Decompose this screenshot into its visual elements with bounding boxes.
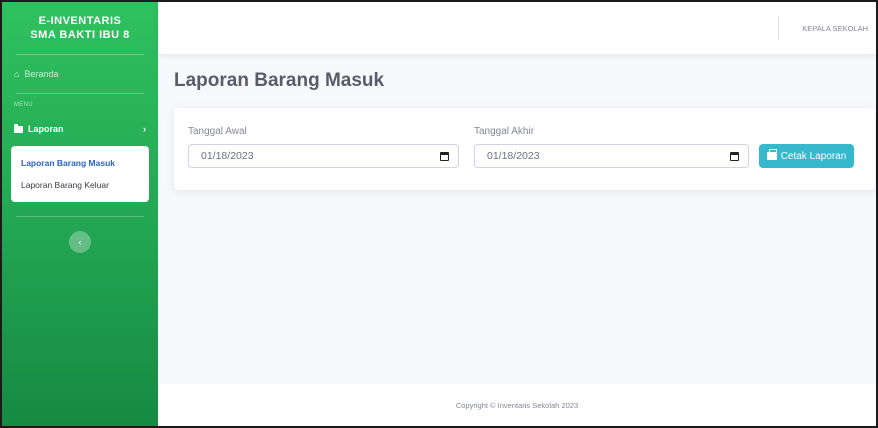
submenu-item-barang-keluar[interactable]: Laporan Barang Keluar bbox=[11, 174, 149, 196]
page-title: Laporan Barang Masuk bbox=[174, 70, 385, 91]
calendar-icon[interactable] bbox=[440, 152, 449, 161]
submenu-item-barang-masuk[interactable]: Laporan Barang Masuk bbox=[11, 152, 149, 174]
sidebar-toggle-button[interactable]: ‹ bbox=[69, 231, 91, 253]
laporan-submenu: Laporan Barang Masuk Laporan Barang Kelu… bbox=[11, 146, 149, 202]
app-window: E-INVENTARIS SMA BAKTI IBU 8 ⌂ Beranda M… bbox=[2, 2, 876, 426]
topbar-divider bbox=[778, 16, 779, 40]
sidebar-item-label: Beranda bbox=[24, 69, 59, 79]
sidebar-item-laporan[interactable]: Laporan › bbox=[2, 114, 158, 144]
user-dropdown[interactable]: KEPALA SEKOLAH bbox=[802, 24, 868, 33]
sidebar: E-INVENTARIS SMA BAKTI IBU 8 ⌂ Beranda M… bbox=[2, 2, 158, 426]
topbar: KEPALA SEKOLAH bbox=[158, 2, 876, 54]
print-button-label: Cetak Laporan bbox=[780, 150, 847, 162]
folder-icon bbox=[14, 123, 23, 133]
chevron-right-icon: › bbox=[143, 124, 146, 134]
sidebar-item-label: Laporan bbox=[28, 124, 64, 134]
copyright-text: Copyright © Inventaris Sekolah 2023 bbox=[455, 400, 579, 410]
sidebar-divider bbox=[16, 216, 144, 217]
report-filter-card: Tanggal Awal 01/18/2023 Tanggal Akhir 01… bbox=[174, 108, 875, 190]
footer: Copyright © Inventaris Sekolah 2023 bbox=[158, 384, 876, 426]
calendar-icon[interactable] bbox=[730, 152, 739, 161]
start-date-input[interactable]: 01/18/2023 bbox=[188, 144, 459, 168]
brand-line1: E-INVENTARIS bbox=[38, 15, 122, 27]
brand-line2: SMA BAKTI IBU 8 bbox=[30, 29, 130, 41]
print-report-button[interactable]: Cetak Laporan bbox=[759, 144, 854, 168]
end-date-input[interactable]: 01/18/2023 bbox=[474, 144, 749, 168]
end-date-label: Tanggal Akhir bbox=[474, 126, 535, 137]
sidebar-heading: MENU bbox=[14, 102, 33, 108]
sidebar-item-beranda[interactable]: ⌂ Beranda bbox=[2, 55, 158, 93]
printer-icon bbox=[766, 149, 777, 160]
start-date-value: 01/18/2023 bbox=[201, 150, 254, 162]
home-icon: ⌂ bbox=[14, 69, 20, 79]
end-date-value: 01/18/2023 bbox=[487, 150, 540, 162]
start-date-label: Tanggal Awal bbox=[188, 126, 247, 137]
chevron-left-icon: ‹ bbox=[78, 237, 82, 247]
brand[interactable]: E-INVENTARIS SMA BAKTI IBU 8 bbox=[2, 2, 158, 54]
